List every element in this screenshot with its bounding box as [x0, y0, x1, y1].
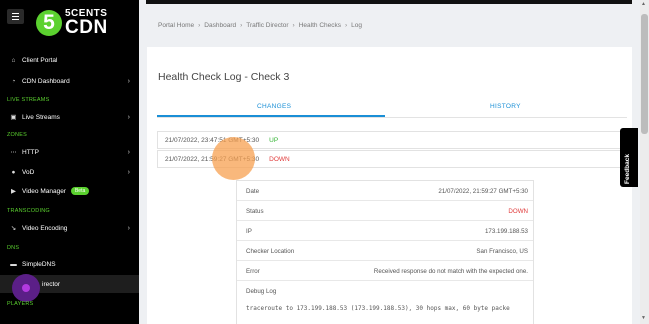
log-detail-panel: Date 21/07/2022, 21:59:27 GMT+5:30 Statu…	[236, 180, 534, 324]
sidebar-item-label: CDN Dashboard	[22, 77, 70, 85]
section-live-streams: LIVE STREAMS	[7, 97, 50, 103]
detail-row-ip: IP 173.199.188.53	[237, 221, 533, 241]
logo-text: 5CENTS CDN	[65, 9, 108, 38]
detail-value: 21/07/2022, 21:59:27 GMT+5:30	[438, 188, 528, 195]
scrollbar-thumb[interactable]	[641, 14, 648, 134]
status-badge: UP	[269, 136, 279, 144]
cursor-indicator	[12, 274, 40, 302]
sidebar-item-client-portal[interactable]: ⌂ Client Portal	[0, 51, 139, 69]
detail-row-date: Date 21/07/2022, 21:59:27 GMT+5:30	[237, 181, 533, 201]
detail-row-status: Status DOWN	[237, 201, 533, 221]
health-check-card: Health Check Log - Check 3 CHANGES HISTO…	[147, 47, 632, 324]
status-badge: DOWN	[269, 155, 290, 163]
feedback-tab[interactable]: Feedback	[620, 128, 638, 187]
beta-badge: Beta	[70, 187, 90, 195]
dns-icon: ▬	[10, 260, 17, 268]
chevron-right-icon: ›	[198, 22, 201, 29]
breadcrumb-health-checks[interactable]: Health Checks	[299, 22, 341, 29]
video-icon: ▶	[11, 188, 16, 195]
sidebar-item-label: Live Streams	[22, 113, 60, 121]
home-icon: ⌂	[11, 56, 16, 64]
detail-key: Debug Log	[246, 288, 277, 295]
logo-badge: 5	[36, 10, 62, 36]
page-title: Health Check Log - Check 3	[158, 71, 290, 83]
section-transcoding: TRANSCODING	[7, 208, 50, 214]
sidebar-item-label: HTTP	[22, 148, 39, 156]
active-tab-indicator	[157, 115, 385, 117]
click-highlight	[212, 137, 255, 180]
tab-divider	[157, 117, 627, 118]
detail-key: IP	[246, 228, 252, 235]
detail-key: Checker Location	[246, 248, 295, 255]
detail-value: San Francisco, US	[476, 248, 528, 255]
sidebar-item-label: irector	[42, 280, 61, 288]
detail-value: Received response do not match with the …	[373, 268, 528, 275]
top-bar	[146, 0, 632, 4]
detail-row-error: Error Received response do not match wit…	[237, 261, 533, 281]
hamburger-line	[12, 19, 19, 20]
chevron-right-icon: ›	[127, 168, 130, 176]
detail-key: Error	[246, 268, 260, 275]
sidebar-item-video-manager[interactable]: ▶ Video Manager Beta	[0, 182, 139, 200]
chevron-right-icon: ›	[127, 224, 130, 232]
gauge-icon: ◔	[11, 77, 16, 85]
sidebar: 5 5CENTS CDN ⌂ Client Portal ◔ CDN Dashb…	[0, 0, 139, 324]
tab-history[interactable]: HISTORY	[490, 103, 521, 110]
logo-line2: CDN	[65, 17, 108, 38]
sidebar-item-label: Video Manager	[22, 187, 66, 195]
chevron-right-icon: ›	[292, 22, 295, 29]
detail-key: Status	[246, 208, 264, 215]
detail-key: Date	[246, 188, 260, 195]
sidebar-item-label: Video Encoding	[22, 224, 68, 232]
section-zones: ZONES	[7, 132, 27, 138]
http-icon: ⋯	[10, 149, 17, 156]
detail-value: DOWN	[508, 208, 528, 215]
section-dns: DNS	[7, 245, 20, 251]
chevron-right-icon: ›	[127, 77, 130, 85]
sidebar-item-label: VoD	[22, 168, 35, 176]
breadcrumb-portal-home[interactable]: Portal Home	[158, 22, 194, 29]
chevron-right-icon: ›	[127, 113, 130, 121]
detail-row-checker-location: Checker Location San Francisco, US	[237, 241, 533, 261]
sidebar-item-simpledns[interactable]: ▬ SimpleDNS	[0, 255, 139, 273]
play-icon: ●	[11, 168, 16, 176]
scroll-up-icon[interactable]: ▲	[641, 1, 646, 7]
section-players: PLAYERS	[7, 301, 34, 307]
page-scrollbar[interactable]: ▲ ▼	[640, 0, 649, 324]
debug-log-text: traceroute to 173.199.188.53 (173.199.18…	[246, 305, 510, 312]
sidebar-item-vod[interactable]: ● VoD ›	[0, 163, 139, 181]
menu-toggle-button[interactable]	[7, 9, 24, 24]
encoding-icon: ↘	[10, 225, 17, 232]
sidebar-item-video-encoding[interactable]: ↘ Video Encoding ›	[0, 219, 139, 237]
sidebar-item-http[interactable]: ⋯ HTTP ›	[0, 143, 139, 161]
hamburger-line	[12, 13, 19, 14]
breadcrumb: Portal Home › Dashboard › Traffic Direct…	[158, 22, 362, 29]
scroll-down-icon[interactable]: ▼	[641, 315, 646, 321]
logo[interactable]: 5 5CENTS CDN	[36, 9, 108, 37]
chevron-right-icon: ›	[345, 22, 348, 29]
breadcrumb-traffic-director[interactable]: Traffic Director	[246, 22, 288, 29]
breadcrumb-dashboard[interactable]: Dashboard	[204, 22, 236, 29]
feedback-label: Feedback	[624, 154, 631, 184]
sidebar-item-live-streams[interactable]: ▣ Live Streams ›	[0, 108, 139, 126]
hamburger-line	[12, 16, 19, 17]
tab-changes[interactable]: CHANGES	[257, 103, 291, 110]
stream-icon: ▣	[10, 114, 17, 121]
breadcrumb-log: Log	[351, 22, 363, 29]
detail-value: 173.199.188.53	[484, 228, 528, 235]
sidebar-item-cdn-dashboard[interactable]: ◔ CDN Dashboard ›	[0, 72, 139, 90]
sidebar-item-label: SimpleDNS	[22, 260, 56, 268]
detail-row-debug-log: Debug Log	[237, 281, 533, 301]
sidebar-item-label: Client Portal	[22, 56, 58, 64]
chevron-right-icon: ›	[127, 148, 130, 156]
cursor-dot	[22, 284, 30, 292]
chevron-right-icon: ›	[240, 22, 243, 29]
